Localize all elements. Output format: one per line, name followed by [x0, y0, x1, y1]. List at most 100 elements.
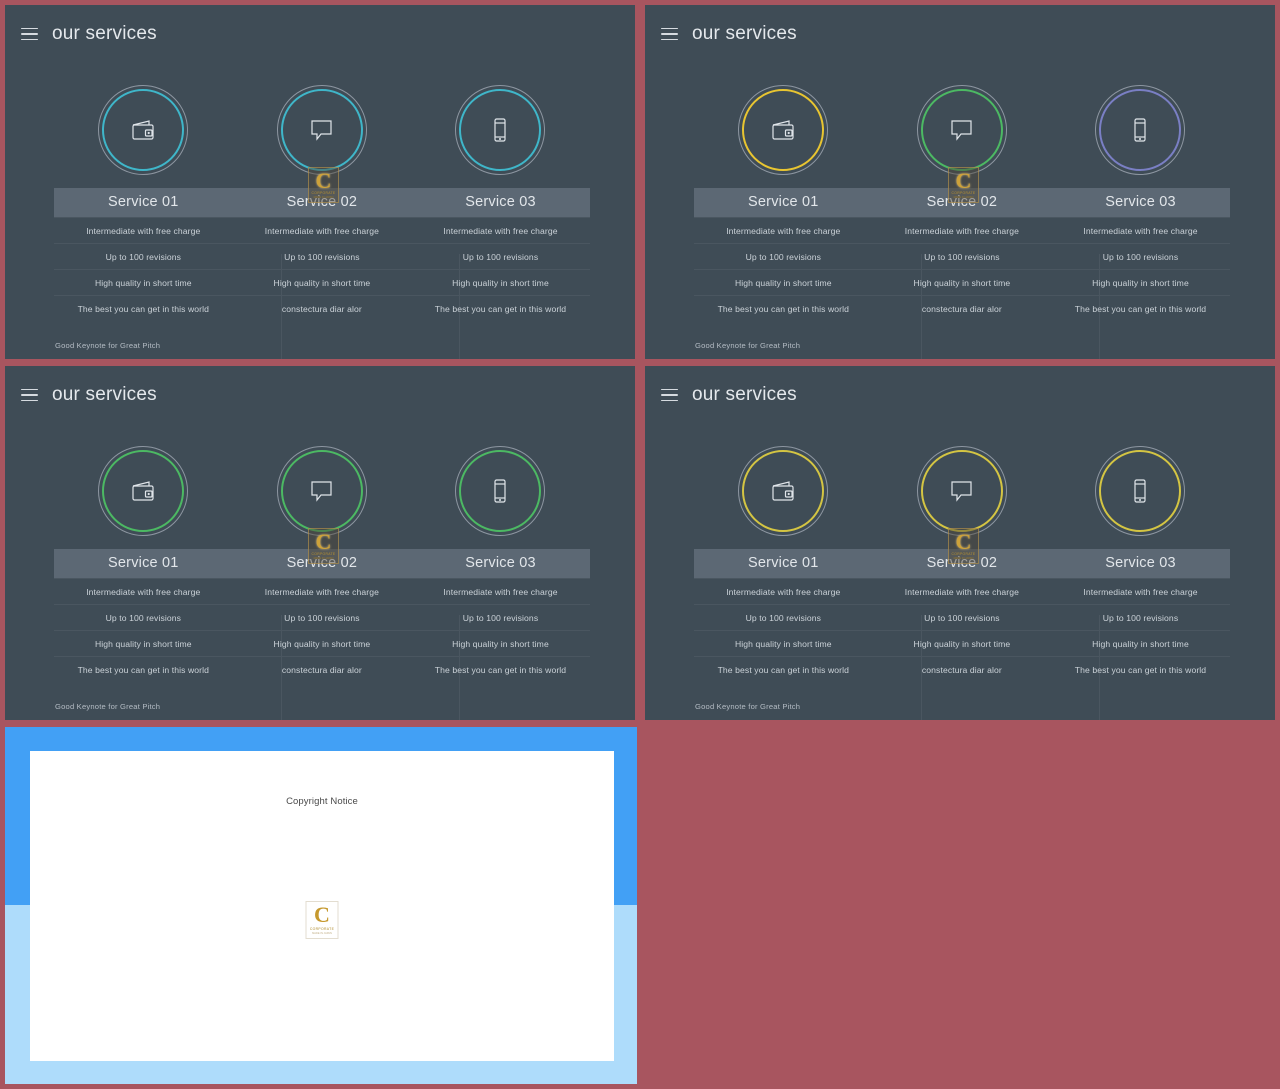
- table-row: Intermediate with free charge Intermedia…: [54, 578, 590, 604]
- table-cell: The best you can get in this world: [1074, 303, 1207, 314]
- service-icon-cell: [1051, 446, 1230, 536]
- table-cell: Intermediate with free charge: [726, 225, 841, 236]
- slide-copyright-notice[interactable]: Copyright Notice C CORPORATE MADE IN JAP…: [5, 727, 637, 1084]
- slide-bottom-right[interactable]: our services Service 01 Service 02 Servi…: [645, 366, 1275, 720]
- service-icon-cell: [873, 446, 1052, 536]
- logo-sub2: MADE IN JAPAN: [312, 931, 332, 935]
- wallet-icon: [738, 85, 828, 175]
- service-title: Service 02: [286, 555, 358, 571]
- speech-bubble-circle[interactable]: [916, 446, 1007, 536]
- smartphone-circle[interactable]: [455, 85, 546, 175]
- page-title: our services: [52, 23, 157, 44]
- table-cell: Up to 100 revisions: [284, 612, 360, 623]
- smartphone-circle[interactable]: [1095, 446, 1186, 536]
- service-title: Service 03: [1105, 555, 1176, 571]
- speech-bubble-circle[interactable]: [276, 85, 367, 175]
- table-cell: Intermediate with free charge: [264, 225, 379, 236]
- speech-bubble-icon: [277, 85, 367, 175]
- table-cell: High quality in short time: [734, 638, 832, 649]
- table-cell: High quality in short time: [94, 277, 192, 288]
- table-cell: constectura diar alor: [921, 303, 1002, 314]
- table-cell: The best you can get in this world: [1074, 664, 1207, 675]
- table-cell: High quality in short time: [94, 638, 192, 649]
- service-icons-row: [54, 446, 590, 536]
- table-cell: High quality in short time: [734, 277, 832, 288]
- slide-footer: Good Keynote for Great Pitch: [695, 341, 801, 350]
- wallet-icon: [98, 85, 188, 175]
- table-cell: Up to 100 revisions: [1102, 251, 1179, 262]
- service-title: Service 02: [926, 194, 998, 210]
- table-cell: Intermediate with free charge: [904, 225, 1019, 236]
- service-icon-cell: [411, 85, 590, 175]
- page-title: our services: [692, 23, 797, 44]
- table-row: High quality in short time High quality …: [54, 269, 590, 295]
- page-title: our services: [692, 384, 797, 405]
- slide-top-left[interactable]: our services Service 01 Service 02 Servi…: [5, 5, 635, 359]
- table-row: The best you can get in this world const…: [54, 656, 590, 682]
- hamburger-icon[interactable]: [21, 27, 38, 41]
- wallet-icon: [98, 446, 188, 536]
- services-table: Service 01 Service 02 Service 03 Interme…: [694, 188, 1230, 359]
- table-cell: High quality in short time: [273, 638, 371, 649]
- service-title: Service 03: [465, 555, 536, 571]
- hamburger-icon[interactable]: [661, 388, 678, 402]
- table-cell: Up to 100 revisions: [924, 612, 1000, 623]
- table-cell: High quality in short time: [1092, 277, 1189, 288]
- table-cell: Up to 100 revisions: [462, 612, 539, 623]
- speech-bubble-icon: [917, 446, 1007, 536]
- smartphone-icon: [455, 85, 545, 175]
- hamburger-icon[interactable]: [661, 27, 678, 41]
- table-cell: Intermediate with free charge: [443, 225, 558, 236]
- table-cell: Up to 100 revisions: [745, 251, 822, 262]
- table-cell: constectura diar alor: [281, 303, 362, 314]
- table-cell: Up to 100 revisions: [284, 251, 360, 262]
- table-cell: Up to 100 revisions: [745, 612, 822, 623]
- service-icon-cell: [54, 446, 233, 536]
- speech-bubble-icon: [917, 85, 1007, 175]
- wallet-circle[interactable]: [738, 85, 829, 175]
- service-title: Service 01: [108, 194, 179, 210]
- table-row: The best you can get in this world const…: [694, 295, 1230, 321]
- smartphone-circle[interactable]: [455, 446, 546, 536]
- wallet-icon: [738, 446, 828, 536]
- logo-sub: CORPORATE: [309, 926, 335, 931]
- slide-header: our services: [661, 23, 797, 45]
- copyright-title: Copyright Notice: [286, 796, 358, 807]
- smartphone-circle[interactable]: [1095, 85, 1186, 175]
- slide-bottom-left[interactable]: our services Service 01 Service 02 Servi…: [5, 366, 635, 720]
- table-cell: Up to 100 revisions: [1102, 612, 1179, 623]
- table-row: Intermediate with free charge Intermedia…: [694, 578, 1230, 604]
- table-cell: Intermediate with free charge: [1083, 586, 1198, 597]
- wallet-circle[interactable]: [738, 446, 829, 536]
- wallet-circle[interactable]: [98, 446, 189, 536]
- corporate-logo: C CORPORATE MADE IN JAPAN: [305, 901, 339, 939]
- table-cell: High quality in short time: [913, 277, 1011, 288]
- smartphone-icon: [455, 446, 545, 536]
- slide-top-right[interactable]: our services Service 01 Service 02 Servi…: [645, 5, 1275, 359]
- table-cell: High quality in short time: [273, 277, 371, 288]
- speech-bubble-circle[interactable]: [276, 446, 367, 536]
- slide-footer: Good Keynote for Great Pitch: [695, 702, 801, 711]
- smartphone-icon: [1095, 85, 1185, 175]
- table-cell: constectura diar alor: [921, 664, 1002, 675]
- wallet-circle[interactable]: [98, 85, 189, 175]
- smartphone-icon: [1095, 446, 1185, 536]
- service-icon-cell: [694, 446, 873, 536]
- logo-letter: C: [314, 902, 330, 928]
- table-row: Up to 100 revisions Up to 100 revisions …: [54, 243, 590, 269]
- hamburger-icon[interactable]: [21, 388, 38, 402]
- speech-bubble-circle[interactable]: [916, 85, 1007, 175]
- service-icon-cell: [694, 85, 873, 175]
- table-row: Up to 100 revisions Up to 100 revisions …: [694, 243, 1230, 269]
- table-row: Intermediate with free charge Intermedia…: [694, 217, 1230, 243]
- table-cell: Intermediate with free charge: [86, 586, 201, 597]
- services-table: Service 01 Service 02 Service 03 Interme…: [54, 549, 590, 720]
- service-title: Service 03: [465, 194, 536, 210]
- services-table: Service 01 Service 02 Service 03 Interme…: [54, 188, 590, 359]
- table-header-row: Service 01 Service 02 Service 03: [694, 188, 1230, 217]
- table-row: Intermediate with free charge Intermedia…: [54, 217, 590, 243]
- service-title: Service 03: [1105, 194, 1176, 210]
- table-cell: High quality in short time: [913, 638, 1011, 649]
- table-cell: High quality in short time: [1092, 638, 1189, 649]
- table-cell: The best you can get in this world: [77, 664, 209, 675]
